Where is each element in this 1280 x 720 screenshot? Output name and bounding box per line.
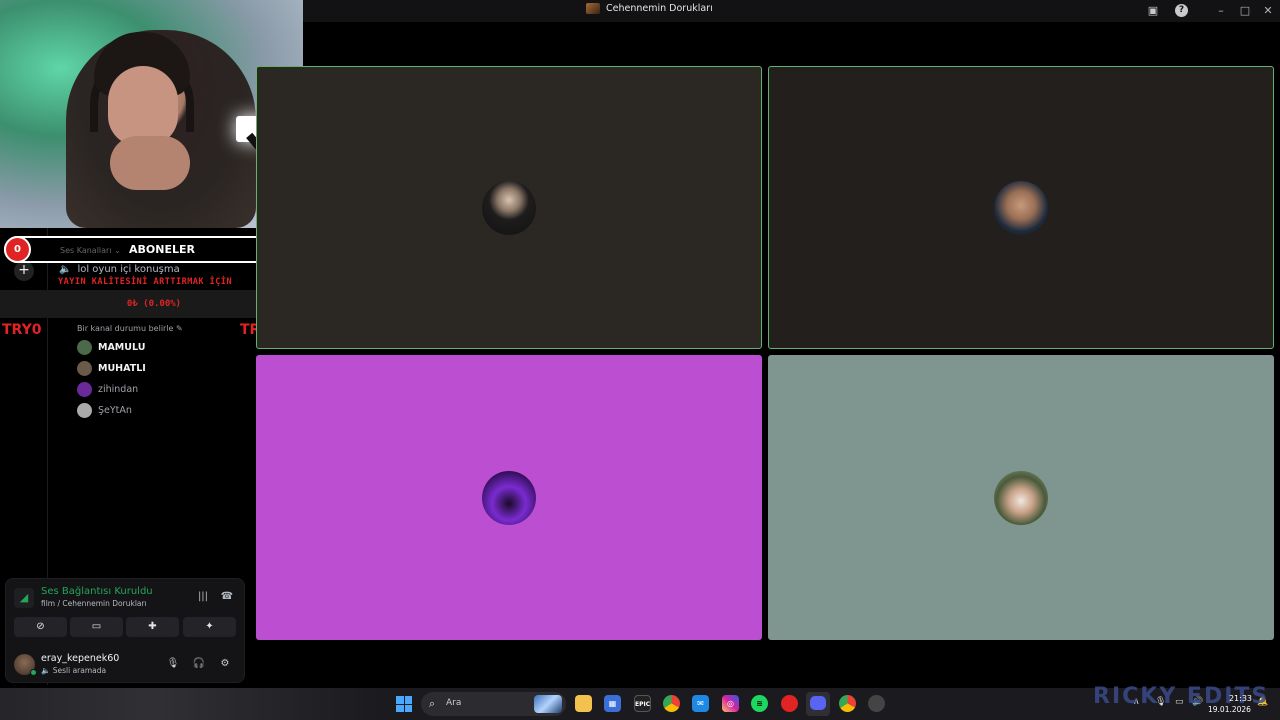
inbox-icon[interactable]: ▣ xyxy=(1145,3,1161,19)
window-title-text: Cehennemin Dorukları xyxy=(606,3,713,14)
speaker-icon: 🔈 xyxy=(59,264,72,275)
avatar xyxy=(482,470,536,525)
video-tile-4[interactable] xyxy=(768,355,1274,640)
taskbar-date[interactable]: 19.01.2026 xyxy=(1208,705,1251,714)
soundboard-icon: ✦ xyxy=(205,621,214,632)
goal-title: ABONELER xyxy=(129,243,195,256)
video-tile-3[interactable] xyxy=(256,355,762,640)
webcam-hands xyxy=(110,136,190,190)
avatar xyxy=(994,470,1048,525)
activities-icon: ✚ xyxy=(148,621,157,632)
camera-off-icon: ⊘ xyxy=(36,621,45,632)
window-title: Cehennemin Dorukları xyxy=(586,3,713,14)
maximize-button[interactable]: □ xyxy=(1234,3,1256,19)
avatar xyxy=(77,361,92,376)
voice-channel-name: lol oyun içi konuşma xyxy=(77,264,180,275)
close-button[interactable]: ✕ xyxy=(1257,3,1279,19)
noise-suppression-icon[interactable]: ||| xyxy=(196,590,210,604)
voice-member[interactable]: MUHATLI xyxy=(77,361,146,376)
taskbar: ⌕ Ara ▦ EPIC ✉ ◎ ≋ ∧ 🎙 ▭ 🔊 🔔 xyxy=(0,688,1280,720)
search-highlight-image xyxy=(534,695,562,713)
screen-share-icon: ▭ xyxy=(91,621,102,632)
spotify-icon[interactable]: ≋ xyxy=(751,695,768,712)
chrome-icon[interactable] xyxy=(663,695,680,712)
avatar xyxy=(77,340,92,355)
username[interactable]: eray_kepenek60 xyxy=(41,653,119,664)
add-server-button[interactable]: + xyxy=(14,261,34,281)
help-icon[interactable]: ? xyxy=(1175,4,1188,17)
mail-icon[interactable]: ✉ xyxy=(692,695,709,712)
settings-gear-icon[interactable]: ⚙ xyxy=(218,657,232,671)
discord-window: Cehennemin Dorukları ▣ ? – □ ✕ + 🔈 lol o… xyxy=(0,0,1280,720)
avatar xyxy=(77,382,92,397)
activities-button[interactable]: ✚ xyxy=(126,617,179,637)
avatar xyxy=(994,180,1048,235)
search-icon: ⌕ xyxy=(429,697,436,710)
soundboard-button[interactable]: ✦ xyxy=(183,617,236,637)
signal-icon[interactable]: ◢ xyxy=(14,588,34,608)
online-status-dot xyxy=(30,669,37,676)
avatar xyxy=(77,403,92,418)
voice-connection-panel: ◢ Ses Bağlantısı Kuruldu film / Cehennem… xyxy=(5,578,245,683)
discord-taskbar-button[interactable] xyxy=(806,692,830,716)
microphone-icon[interactable]: 🎙 xyxy=(166,657,180,671)
user-status-label: Sesli aramada xyxy=(52,666,107,675)
category-label: Ses Kanalları ⌄ xyxy=(60,246,121,255)
taskbar-search[interactable]: ⌕ Ara xyxy=(421,692,566,716)
voice-member-name: MAMULU xyxy=(98,342,146,353)
screen-share-button[interactable]: ▭ xyxy=(70,617,123,637)
voice-member[interactable]: ŞeYtAn xyxy=(77,403,132,418)
goal-current: 0 xyxy=(14,244,21,255)
webcam-face xyxy=(108,66,178,146)
instagram-icon[interactable]: ◎ xyxy=(722,695,739,712)
voice-channel[interactable]: 🔈 lol oyun içi konuşma xyxy=(59,264,180,275)
pencil-icon: ✎ xyxy=(176,324,183,333)
channel-status-placeholder: Bir kanal durumu belirle xyxy=(77,324,174,333)
user-status-text: 🔈 Sesli aramada xyxy=(41,666,106,675)
channel-status-input[interactable]: Bir kanal durumu belirle ✎ xyxy=(77,324,183,333)
voice-channel-path[interactable]: film / Cehennemin Dorukları xyxy=(41,599,147,608)
voice-connected-title[interactable]: Ses Bağlantısı Kuruldu xyxy=(41,586,153,597)
video-tile-2[interactable] xyxy=(768,66,1274,349)
epic-games-icon[interactable]: EPIC xyxy=(634,695,651,712)
donation-warning: YAYIN KALİTESİNİ ARTTIRMAK İÇİN xyxy=(58,277,233,287)
windows-start-icon[interactable] xyxy=(396,696,412,712)
donation-min: TRY0 xyxy=(2,322,42,338)
app-icon-gray[interactable] xyxy=(868,695,885,712)
voice-member[interactable]: MAMULU xyxy=(77,340,145,355)
store-icon[interactable]: ▦ xyxy=(604,695,621,712)
disconnect-icon[interactable]: ☎ xyxy=(220,590,234,604)
camera-button[interactable]: ⊘ xyxy=(14,617,67,637)
minimize-button[interactable]: – xyxy=(1210,3,1232,19)
chrome-icon[interactable] xyxy=(839,695,856,712)
video-tile-1[interactable] xyxy=(256,66,762,349)
taskbar-backdrop xyxy=(0,688,380,720)
headphones-icon[interactable]: 🎧 xyxy=(192,657,206,671)
server-icon xyxy=(586,3,600,14)
discord-icon xyxy=(810,696,826,710)
avatar xyxy=(482,180,536,235)
voice-member-name: ŞeYtAn xyxy=(98,405,132,416)
taskbar-time[interactable]: 21:33 xyxy=(1224,694,1252,703)
search-placeholder: Ara xyxy=(446,698,462,708)
app-icon-red[interactable] xyxy=(781,695,798,712)
speaker-icon: 🔈 xyxy=(41,666,51,675)
voice-member-name: zihindan xyxy=(98,384,139,395)
voice-member-name: MUHATLI xyxy=(98,363,146,374)
file-explorer-icon[interactable] xyxy=(575,695,592,712)
voice-member[interactable]: zihindan xyxy=(77,382,138,397)
